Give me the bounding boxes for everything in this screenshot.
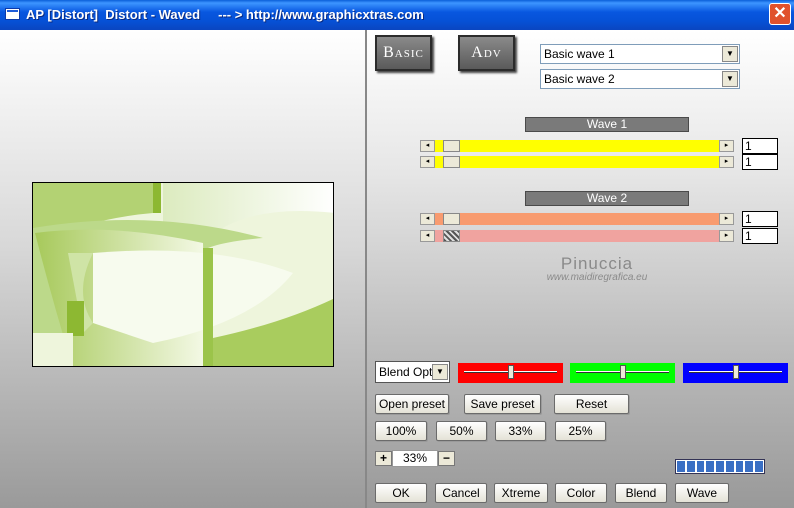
wave2-preset-value: Basic wave 2 (544, 72, 615, 86)
save-preset-button[interactable]: Save preset (464, 394, 541, 414)
chevron-down-icon[interactable]: ▼ (432, 364, 448, 380)
wave1-slider-2-thumb[interactable] (443, 156, 460, 168)
xtreme-button[interactable]: Xtreme (494, 483, 548, 503)
wave1-header: Wave 1 (525, 117, 689, 132)
wave2-slider-1-track[interactable] (435, 213, 719, 225)
wave2-slider-1-thumb[interactable] (443, 213, 460, 225)
progress-segment (686, 461, 695, 472)
wave1-value-1[interactable]: 1 (742, 138, 778, 154)
preview-image (32, 182, 334, 367)
arrow-left-icon[interactable]: ◂ (420, 140, 435, 152)
blue-slider[interactable] (683, 363, 788, 383)
open-preset-button[interactable]: Open preset (375, 394, 449, 414)
preview-pane (0, 30, 367, 508)
wave2-slider-1[interactable]: ◂ ▸ (420, 213, 734, 225)
progress-segment (725, 461, 734, 472)
progress-segment (716, 461, 724, 472)
window-title: AP [Distort] Distort - Waved --- > http:… (26, 7, 424, 22)
waved-preview-artwork (33, 183, 333, 366)
arrow-right-icon[interactable]: ▸ (719, 140, 734, 152)
arrow-right-icon[interactable]: ▸ (719, 156, 734, 168)
wave2-value-2[interactable]: 1 (742, 228, 778, 244)
wave-button[interactable]: Wave (675, 483, 729, 503)
arrow-right-icon[interactable]: ▸ (719, 230, 734, 242)
green-slider[interactable] (570, 363, 675, 383)
watermark-name: Pinuccia (560, 254, 634, 273)
progress-segment (735, 461, 744, 472)
reset-button[interactable]: Reset (554, 394, 629, 414)
watermark: Pinuccia www.maidiregrafica.eu (507, 254, 687, 283)
title-bar: AP [Distort] Distort - Waved --- > http:… (0, 0, 794, 30)
chevron-down-icon[interactable]: ▼ (722, 71, 738, 87)
zoom-33-button[interactable]: 33% (495, 421, 546, 441)
green-slider-thumb[interactable] (619, 365, 626, 379)
wave2-header: Wave 2 (525, 191, 689, 206)
wave1-slider-1[interactable]: ◂ ▸ (420, 140, 734, 152)
arrow-left-icon[interactable]: ◂ (420, 230, 435, 242)
arrow-left-icon[interactable]: ◂ (420, 156, 435, 168)
wave1-preset-value: Basic wave 1 (544, 47, 615, 61)
wave1-slider-2[interactable]: ◂ ▸ (420, 156, 734, 168)
wave2-value-1[interactable]: 1 (742, 211, 778, 227)
progress-segment (696, 461, 705, 472)
progress-segment (745, 461, 754, 472)
wave2-slider-2[interactable]: ◂ ▸ (420, 230, 734, 242)
controls-pane: Basic Adv Basic wave 1 ▼ Basic wave 2 ▼ … (367, 30, 794, 508)
wave2-preset-select[interactable]: Basic wave 2 ▼ (540, 69, 740, 89)
wave2-slider-2-thumb[interactable] (443, 230, 460, 242)
wave1-preset-select[interactable]: Basic wave 1 ▼ (540, 44, 740, 64)
progress-segment (706, 461, 715, 472)
progress-indicator (675, 459, 765, 474)
progress-segment (755, 461, 764, 472)
zoom-100-button[interactable]: 100% (375, 421, 427, 441)
wave1-slider-1-track[interactable] (435, 140, 719, 152)
cancel-button[interactable]: Cancel (435, 483, 487, 503)
zoom-25-button[interactable]: 25% (555, 421, 606, 441)
wave1-slider-1-thumb[interactable] (443, 140, 460, 152)
app-window-icon (5, 8, 20, 20)
zoom-50-button[interactable]: 50% (436, 421, 487, 441)
zoom-in-button[interactable]: + (375, 451, 392, 466)
color-button[interactable]: Color (555, 483, 607, 503)
wave1-value-2[interactable]: 1 (742, 154, 778, 170)
close-button[interactable]: ✕ (769, 3, 791, 25)
blend-options-select[interactable]: Blend Optio ▼ (375, 361, 450, 383)
blend-button[interactable]: Blend (615, 483, 667, 503)
arrow-right-icon[interactable]: ▸ (719, 213, 734, 225)
arrow-left-icon[interactable]: ◂ (420, 213, 435, 225)
adv-mode-button[interactable]: Adv (458, 35, 515, 71)
wave1-slider-2-track[interactable] (435, 156, 719, 168)
red-slider[interactable] (458, 363, 563, 383)
zoom-out-button[interactable]: − (438, 451, 455, 466)
progress-segment (677, 461, 685, 472)
basic-mode-button[interactable]: Basic (375, 35, 432, 71)
wave2-slider-2-track[interactable] (435, 230, 719, 242)
watermark-url: www.maidiregrafica.eu (546, 272, 648, 283)
ok-button[interactable]: OK (375, 483, 427, 503)
chevron-down-icon[interactable]: ▼ (722, 46, 738, 62)
red-slider-thumb[interactable] (507, 365, 514, 379)
blue-slider-thumb[interactable] (732, 365, 739, 379)
zoom-field[interactable]: 33% (392, 450, 438, 467)
